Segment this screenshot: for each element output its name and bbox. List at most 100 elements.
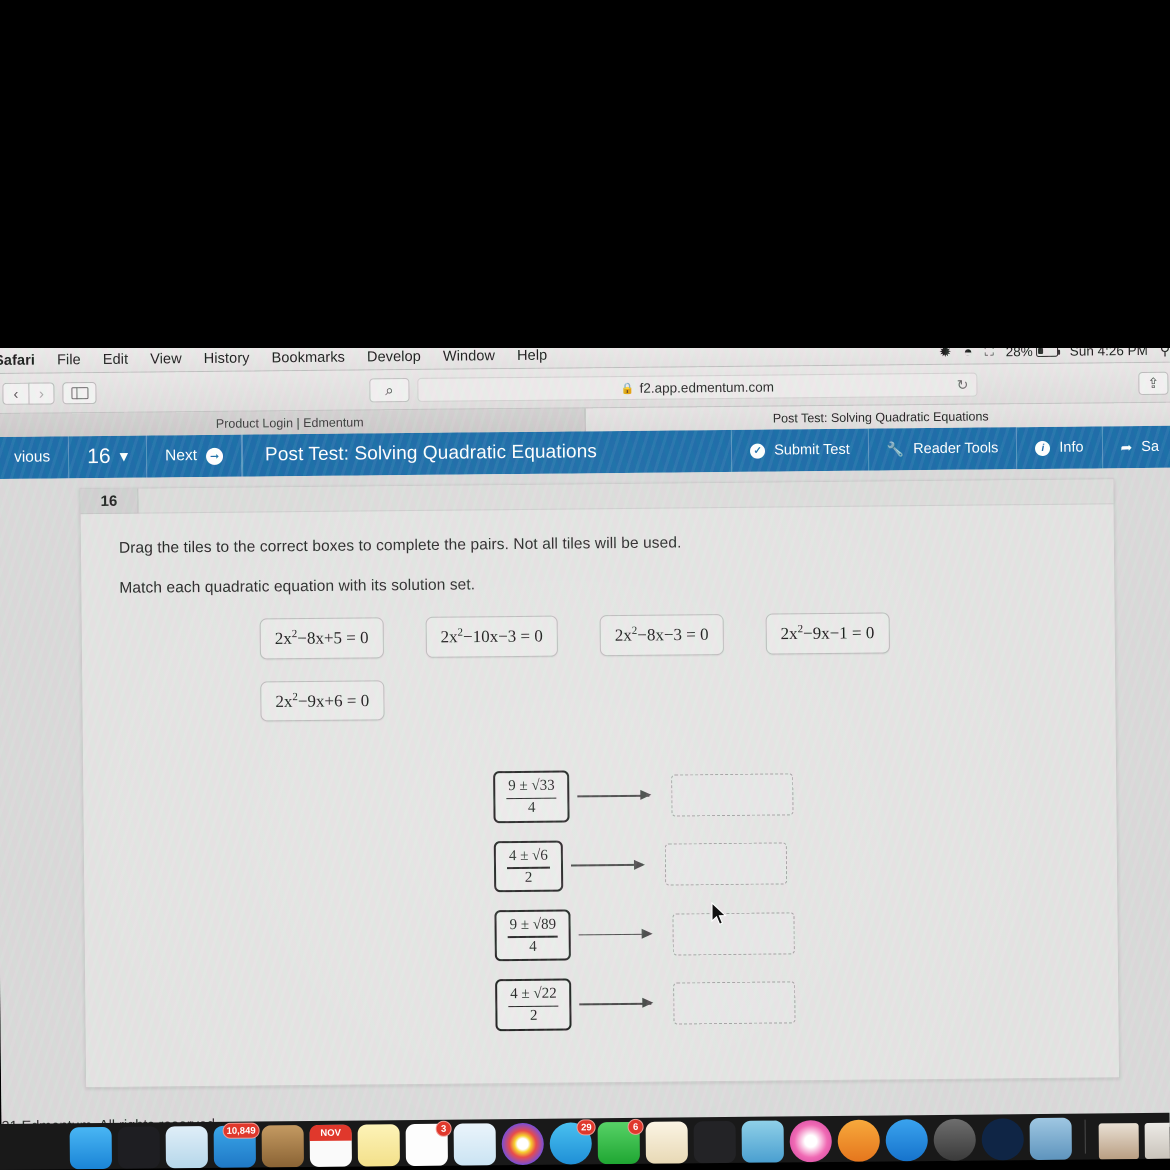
fraction-tile[interactable]: 4 ± √22 2: [495, 978, 573, 1031]
black-letterbox-top: [0, 0, 1170, 348]
mail-icon[interactable]: 10,849: [213, 1122, 260, 1168]
info-button[interactable]: i Info: [1016, 426, 1102, 470]
app-bar-title: Post Test: Solving Quadratic Equations: [241, 429, 732, 477]
itunes-icon[interactable]: [789, 1120, 832, 1163]
menu-item-edit[interactable]: Edit: [92, 352, 140, 368]
system-preferences-icon[interactable]: [933, 1118, 976, 1162]
notes-icon[interactable]: [357, 1124, 400, 1167]
fraction-numerator: 9 ± √33: [508, 777, 555, 795]
question-number-badge: 16: [80, 488, 139, 515]
share-icon: ⇪: [1147, 374, 1160, 391]
app-bar-actions: ✓ Submit Test 🔧 Reader Tools i Info ➦ Sa: [731, 425, 1170, 472]
save-button[interactable]: ➦ Sa: [1101, 425, 1170, 469]
url-text: f2.app.edmentum.com: [639, 379, 774, 396]
back-button[interactable]: ‹: [2, 382, 29, 405]
search-icon: ⌕: [385, 381, 394, 399]
contacts-icon[interactable]: [261, 1125, 304, 1168]
match-row: 9 ± √89 4: [494, 905, 1079, 962]
menu-item-file[interactable]: File: [46, 352, 92, 368]
drop-target-box[interactable]: [664, 842, 788, 886]
sidebar-icon: [70, 387, 88, 400]
launchpad-icon[interactable]: [117, 1126, 160, 1169]
submit-test-label: Submit Test: [774, 441, 850, 459]
equation-tile[interactable]: 2x2−9x+6 = 0: [260, 679, 385, 722]
safari-icon[interactable]: [165, 1126, 208, 1169]
wrench-icon: 🔧: [886, 440, 905, 457]
minimized-window-thumbnail[interactable]: [1098, 1123, 1139, 1160]
tile-text: 2x: [440, 627, 458, 647]
fraction-tile[interactable]: 9 ± √33 4: [493, 770, 571, 823]
equation-tile[interactable]: 2x2−9x−1 = 0: [765, 612, 890, 655]
numbers-icon[interactable]: [693, 1120, 736, 1164]
equation-tile[interactable]: 2x2−10x−3 = 0: [425, 615, 559, 658]
search-button[interactable]: ⌕: [369, 378, 410, 403]
menu-item-bookmarks[interactable]: Bookmarks: [261, 350, 357, 367]
sidebar-toggle-button[interactable]: [62, 382, 97, 405]
photos-icon[interactable]: [453, 1123, 496, 1166]
nav-buttons: ‹ ›: [2, 382, 55, 405]
keynote-icon[interactable]: [645, 1121, 688, 1164]
reload-button[interactable]: ↻: [957, 376, 969, 393]
drop-target-box[interactable]: [671, 773, 794, 817]
menu-item-window[interactable]: Window: [432, 348, 506, 365]
address-bar[interactable]: 🔒 f2.app.edmentum.com ↻: [417, 372, 978, 402]
fraction-denominator: 4: [527, 799, 536, 817]
ibooks-icon[interactable]: [837, 1119, 880, 1162]
fraction-numerator: 9 ± √89: [509, 916, 557, 934]
app-store-icon[interactable]: [885, 1119, 928, 1162]
minimized-window-thumbnail[interactable]: [1144, 1122, 1170, 1160]
lock-icon: 🔒: [620, 382, 635, 395]
bitdefender-icon[interactable]: [981, 1118, 1024, 1161]
page-content: 16 Drag the tiles to the correct boxes t…: [0, 467, 1170, 1138]
arrow-right-icon: [571, 858, 657, 873]
facetime-icon[interactable]: 6: [597, 1118, 644, 1165]
finder-icon[interactable]: [69, 1126, 112, 1170]
dock-row: 10,849 NOV 3 29 6: [0, 1113, 1170, 1170]
equation-tile-row-2: 2x2−9x+6 = 0: [260, 673, 1077, 722]
maps-icon[interactable]: [741, 1120, 784, 1163]
arrow-right-icon: ➞: [205, 447, 224, 465]
calendar-icon[interactable]: NOV: [309, 1124, 352, 1168]
tile-text: 2x: [780, 623, 798, 644]
reminders-badge: 3: [435, 1120, 452, 1137]
tile-text: 2x: [275, 691, 293, 711]
fraction-tile[interactable]: 9 ± √89 4: [494, 909, 572, 962]
menu-item-help[interactable]: Help: [506, 348, 558, 365]
question-number-dropdown[interactable]: 16 ▾: [69, 435, 148, 479]
info-label: Info: [1059, 439, 1084, 456]
facetime-badge: 6: [627, 1118, 644, 1135]
messages-icon[interactable]: 29: [549, 1119, 596, 1165]
fraction-denominator: 4: [529, 938, 537, 955]
equation-tile[interactable]: 2x2−8x−3 = 0: [599, 614, 724, 656]
previous-button[interactable]: vious: [0, 436, 70, 479]
submit-test-button[interactable]: ✓ Submit Test: [731, 428, 868, 472]
reader-tools-label: Reader Tools: [913, 440, 999, 458]
arrow-right-icon: [578, 789, 664, 804]
instruction-line-2: Match each quadratic equation with its s…: [119, 576, 476, 597]
forward-button[interactable]: ›: [28, 382, 55, 405]
share-button[interactable]: ⇪: [1138, 371, 1169, 395]
mail-badge: 10,849: [222, 1122, 260, 1139]
next-button[interactable]: Next ➞: [146, 434, 243, 478]
matching-area: 9 ± √33 4 4 ± √6 2 9 ± √89 4 4 ± √22 2: [493, 766, 1080, 1031]
menu-item-view[interactable]: View: [139, 351, 193, 368]
drop-target-box[interactable]: [673, 981, 796, 1025]
arrow-right-icon: [580, 997, 666, 1012]
menu-item-develop[interactable]: Develop: [356, 349, 432, 366]
info-circle-icon: i: [1035, 440, 1051, 456]
sign-out-icon: ➦: [1120, 438, 1133, 455]
reader-tools-button[interactable]: 🔧 Reader Tools: [867, 427, 1017, 471]
photo-of-laptop-screen: Safari File Edit View History Bookmarks …: [0, 0, 1170, 1170]
match-row: 4 ± √22 2: [495, 974, 1080, 1031]
menu-item-safari[interactable]: Safari: [0, 353, 46, 369]
image-capture-icon[interactable]: [1029, 1117, 1072, 1161]
match-row: 9 ± √33 4: [493, 766, 1078, 823]
menu-item-history[interactable]: History: [193, 350, 261, 367]
fraction-tile[interactable]: 4 ± √6 2: [493, 840, 564, 893]
photos-flower-icon[interactable]: [501, 1122, 544, 1166]
equation-tile[interactable]: 2x2−8x+5 = 0: [259, 617, 384, 660]
equation-tile-row-1: 2x2−8x+5 = 0 2x2−10x−3 = 0 2x2−8x−3 = 0 …: [259, 611, 1077, 660]
drop-target-box[interactable]: [672, 912, 796, 956]
reminders-icon[interactable]: 3: [405, 1120, 452, 1167]
tile-rest: −8x−3 = 0: [637, 624, 709, 645]
